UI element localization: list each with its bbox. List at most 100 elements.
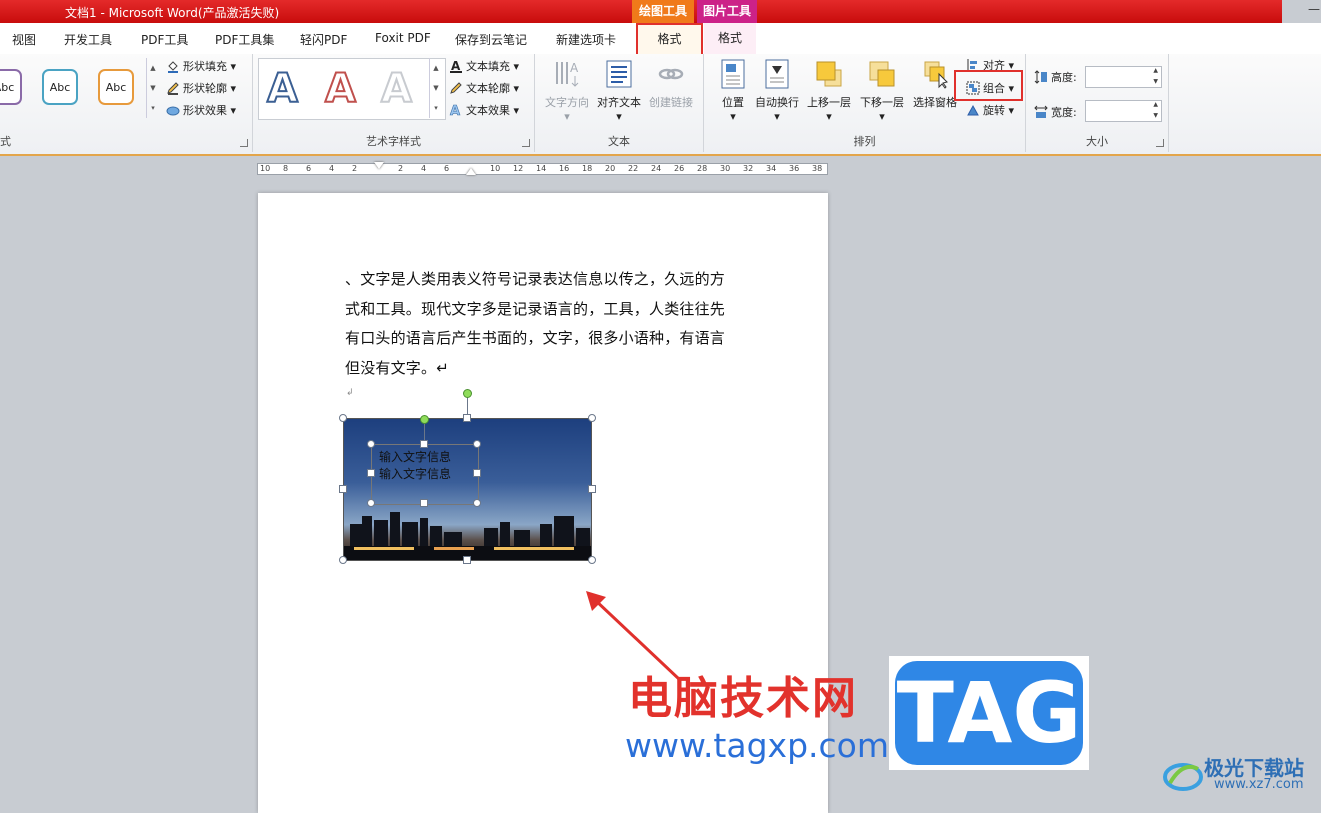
ruler-tick: 24	[651, 164, 662, 173]
height-label: 高度:	[1034, 69, 1077, 85]
group-label: 艺术字样式	[366, 135, 421, 148]
gallery-scroll[interactable]: ▲ ▼ ▾	[429, 58, 442, 118]
resize-handle[interactable]	[420, 499, 428, 507]
bring-forward-button[interactable]: 上移一层 ▾	[804, 58, 854, 123]
resize-handle[interactable]	[588, 414, 596, 422]
text-direction-icon: A	[556, 61, 579, 87]
tab-format-picture[interactable]: 格式	[704, 23, 756, 54]
horizontal-ruler[interactable]: 10 8 6 4 2 2 4 6 10 12 14 16 18 20 22 24 26 28 30 32 34 36 38	[257, 162, 828, 175]
xz7-logo: 极光下载站 www.xz7.com	[1162, 749, 1321, 801]
resize-handle[interactable]	[339, 414, 347, 422]
text-outline-button[interactable]: 文本轮廓 ▾	[449, 80, 519, 96]
resize-handle[interactable]	[473, 440, 481, 448]
dialog-launcher-icon[interactable]	[522, 139, 530, 147]
text-effects-button[interactable]: A 文本效果 ▾	[449, 102, 519, 118]
ruler-tick: 10	[490, 164, 501, 173]
ruler-indent-marker[interactable]	[466, 168, 476, 175]
position-icon	[721, 59, 745, 89]
ruler-tick: 4	[421, 164, 427, 173]
minimize-button[interactable]: —	[1308, 2, 1320, 16]
ruler-tick: 2	[352, 164, 358, 173]
wordart-style[interactable]: A	[324, 65, 357, 113]
resize-handle[interactable]	[588, 556, 596, 564]
text-direction-button[interactable]: A 文字方向 ▾	[541, 58, 593, 123]
rotate-icon	[967, 104, 979, 116]
tab-developer[interactable]: 开发工具	[64, 31, 112, 48]
width-input[interactable]: ▲ ▼	[1085, 100, 1162, 122]
rotation-handle[interactable]	[420, 415, 429, 424]
resize-handle[interactable]	[473, 469, 481, 477]
ruler-tick: 32	[743, 164, 754, 173]
selection-pane-icon	[924, 61, 948, 89]
context-tab-picture-tools: 图片工具	[697, 0, 757, 23]
resize-handle[interactable]	[473, 499, 481, 507]
resize-handle[interactable]	[367, 469, 375, 477]
shape-style-swatch[interactable]: Abc	[98, 69, 134, 105]
align-text-icon	[606, 60, 632, 88]
ruler-indent-marker[interactable]	[374, 162, 384, 169]
gallery-scroll[interactable]: ▲ ▼ ▾	[146, 58, 159, 118]
pencil-icon	[167, 82, 179, 95]
tab-new[interactable]: 新建选项卡	[556, 31, 616, 48]
watermark-url: www.tagxp.com	[625, 726, 889, 765]
ruler-tick: 6	[444, 164, 450, 173]
rotate-button[interactable]: 旋转 ▾	[966, 102, 1014, 118]
tab-cloud-note[interactable]: 保存到云笔记	[455, 31, 527, 48]
bring-forward-icon	[816, 61, 842, 87]
rotation-handle[interactable]	[463, 389, 472, 398]
dialog-launcher-icon[interactable]	[240, 139, 248, 147]
window-title: 文档1 - Microsoft Word(产品激活失败)	[65, 6, 280, 20]
resize-handle[interactable]	[463, 556, 471, 564]
tab-foxit-pdf[interactable]: Foxit PDF	[375, 31, 431, 45]
highlight-group-button	[954, 70, 1023, 101]
ruler-tick: 8	[283, 164, 289, 173]
svg-text:A: A	[450, 104, 460, 117]
text-outline-icon	[450, 82, 462, 94]
wordart-style[interactable]: A	[266, 65, 299, 113]
ruler-tick: 2	[398, 164, 404, 173]
group-label: 式	[0, 135, 11, 148]
text-fill-button[interactable]: A 文本填充 ▾	[449, 58, 519, 74]
resize-handle[interactable]	[367, 499, 375, 507]
resize-handle[interactable]	[420, 440, 428, 448]
shape-style-swatch[interactable]: Abc	[42, 69, 78, 105]
ruler-tick: 30	[720, 164, 731, 173]
document-paragraph[interactable]: 、文字是人类用表义符号记录表达信息以传之，久远的方式和工具。现代文字多是记录语言…	[345, 265, 738, 383]
height-icon	[1034, 70, 1047, 84]
align-text-button[interactable]: 对齐文本 ▾	[593, 58, 645, 123]
shape-effects-button[interactable]: 形状效果 ▾	[166, 102, 236, 118]
resize-handle[interactable]	[588, 485, 596, 493]
ruler-tick: 26	[674, 164, 685, 173]
selection-pane-button[interactable]: 选择窗格	[910, 58, 960, 110]
ruler-tick: 12	[513, 164, 524, 173]
shape-style-swatch[interactable]: Abc	[0, 69, 22, 105]
group-label: 排列	[853, 135, 876, 148]
tab-format-drawing[interactable]: 格式	[636, 23, 703, 54]
tab-view[interactable]: 视图	[12, 31, 36, 48]
ruler-tick: 18	[582, 164, 593, 173]
shape-outline-button[interactable]: 形状轮廓 ▾	[166, 80, 236, 96]
ruler-tick: 22	[628, 164, 639, 173]
create-link-button[interactable]: 创建链接	[645, 58, 697, 110]
text-box-content[interactable]: 输入文字信息 输入文字信息	[379, 449, 451, 483]
resize-handle[interactable]	[367, 440, 375, 448]
ruler-tick: 38	[812, 164, 823, 173]
svg-text:A: A	[570, 61, 579, 75]
dialog-launcher-icon[interactable]	[1156, 139, 1164, 147]
tab-qingshan-pdf[interactable]: 轻闪PDF	[300, 31, 347, 48]
tab-pdf-toolset[interactable]: PDF工具集	[215, 31, 274, 48]
position-button[interactable]: 位置 ▾	[710, 58, 756, 123]
tab-pdf-tools[interactable]: PDF工具	[141, 31, 188, 48]
resize-handle[interactable]	[339, 485, 347, 493]
height-input[interactable]: ▲ ▼	[1085, 66, 1162, 88]
send-backward-button[interactable]: 下移一层 ▾	[857, 58, 907, 123]
group-label: 文本	[608, 135, 630, 148]
wrap-text-button[interactable]: 自动换行 ▾	[752, 58, 802, 123]
resize-handle[interactable]	[463, 414, 471, 422]
group-size: 高度: ▲ ▼ 宽度: ▲ ▼ 大小	[1026, 54, 1169, 152]
send-backward-icon	[869, 61, 895, 87]
wordart-style[interactable]: A	[380, 65, 413, 113]
paint-bucket-icon	[168, 61, 178, 73]
resize-handle[interactable]	[339, 556, 347, 564]
shape-fill-button[interactable]: 形状填充 ▾	[166, 58, 236, 74]
